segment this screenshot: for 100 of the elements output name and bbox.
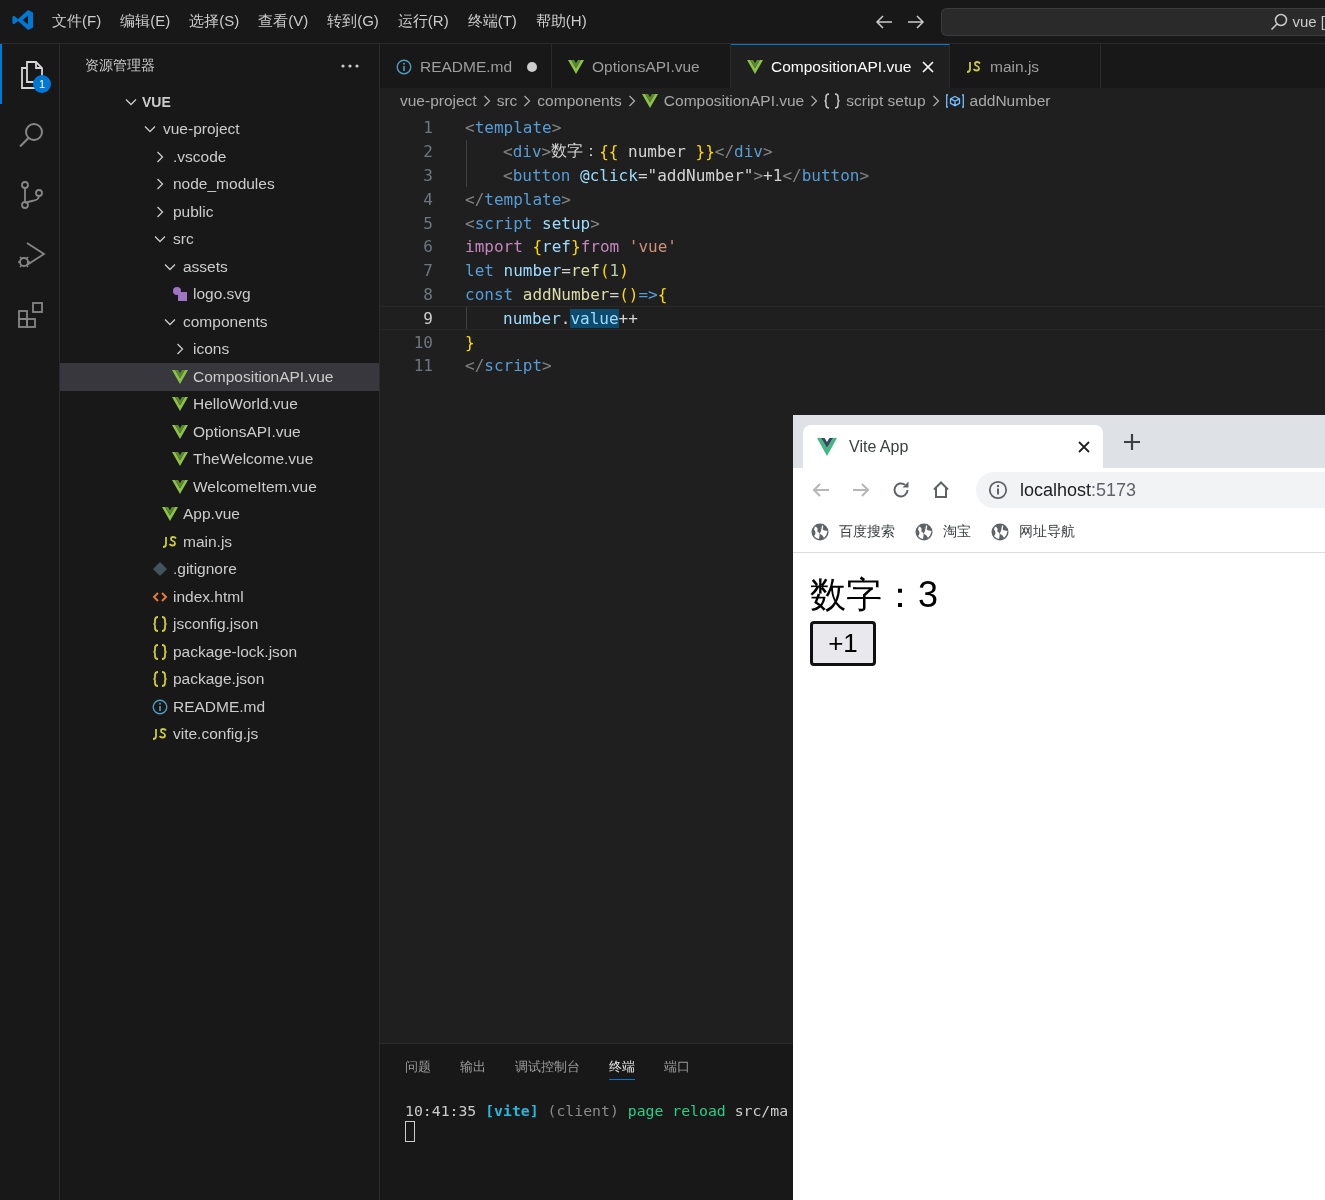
menu-item[interactable]: 选择(S) xyxy=(189,12,240,31)
app-logo-icon xyxy=(12,8,34,31)
bookmark[interactable]: 网址导航 xyxy=(991,523,1075,541)
breadcrumb[interactable]: CompositionAPI.vue xyxy=(663,92,805,110)
line-number: 8 xyxy=(422,284,433,304)
vue-file-icon xyxy=(172,369,188,384)
tree-item[interactable]: CompositionAPI.vue xyxy=(60,363,379,391)
vue-file-icon xyxy=(568,59,584,74)
tree-item[interactable]: jsconfig.json xyxy=(60,610,379,638)
tree-item[interactable]: vite.config.js xyxy=(60,720,379,748)
command-search-field[interactable]: vue [ xyxy=(941,7,1325,36)
increment-button[interactable]: +1 xyxy=(810,621,876,666)
tree-item[interactable]: README.md xyxy=(60,693,379,721)
globe-icon xyxy=(915,523,933,541)
breadcrumb[interactable]: src xyxy=(496,92,518,110)
diamond-file-icon xyxy=(153,562,167,577)
js-file-icon xyxy=(966,60,982,73)
tree-item[interactable]: logo.svg xyxy=(60,280,379,308)
code-line: const addNumber=()=>{ xyxy=(465,283,668,306)
code-line: </template> xyxy=(465,188,571,211)
braces-file-icon xyxy=(153,616,167,633)
js-file-icon xyxy=(152,728,168,741)
extensions-icon xyxy=(15,299,46,329)
tree-item[interactable]: vue-project xyxy=(60,115,379,143)
menu-item[interactable]: 查看(V) xyxy=(258,12,309,31)
search-icon xyxy=(1270,12,1289,31)
line-number: 3 xyxy=(422,166,433,185)
line-number: 7 xyxy=(422,261,433,281)
chevron-right-icon xyxy=(930,94,941,108)
chevron-right-icon xyxy=(481,94,492,108)
vue-file-icon xyxy=(641,94,658,108)
editor-tab[interactable]: main.js xyxy=(950,44,1101,88)
breadcrumb[interactable]: components xyxy=(537,92,622,110)
vue-file-icon xyxy=(172,424,188,439)
menu-item[interactable]: 转到(G) xyxy=(327,12,379,31)
panel-tab[interactable]: 输出 xyxy=(460,1058,486,1080)
url-text: localhost:5173 xyxy=(1020,479,1137,501)
more-icon[interactable] xyxy=(341,64,359,68)
tree-item[interactable]: WelcomeItem.vue xyxy=(60,473,379,501)
tree-item[interactable]: icons xyxy=(60,335,379,363)
menu-item[interactable]: 编辑(E) xyxy=(120,12,171,31)
info-file-icon xyxy=(396,58,412,75)
tree-item[interactable]: public xyxy=(60,198,379,226)
bookmark[interactable]: 百度搜索 xyxy=(811,523,895,541)
editor-tab[interactable]: CompositionAPI.vue xyxy=(731,44,950,88)
tree-item[interactable]: components xyxy=(60,308,379,336)
tree-item[interactable]: OptionsAPI.vue xyxy=(60,418,379,446)
line-number: 6 xyxy=(422,237,433,257)
tree-item[interactable]: main.js xyxy=(60,528,379,556)
braces-file-icon xyxy=(153,643,167,660)
editor-tab[interactable]: README.md xyxy=(380,44,552,88)
chevron-right-icon xyxy=(626,94,637,108)
section-header[interactable]: VUE xyxy=(60,88,379,116)
line-number: 1 xyxy=(422,118,433,138)
browser-tab[interactable]: Vite App xyxy=(803,425,1103,468)
vue-logo-icon xyxy=(817,437,837,456)
menu-item[interactable]: 终端(T) xyxy=(467,12,517,31)
page-heading: 数字：3 xyxy=(810,573,940,617)
code-line: import {ref}from 'vue' xyxy=(465,236,677,259)
vue-file-icon xyxy=(162,507,178,522)
tree-item[interactable]: .gitignore xyxy=(60,555,379,583)
panel-tab[interactable]: 问题 xyxy=(405,1058,431,1080)
line-number: 4 xyxy=(422,189,433,209)
back-arrow-icon[interactable] xyxy=(875,13,893,30)
bookmark[interactable]: 淘宝 xyxy=(915,523,971,541)
tree-item[interactable]: index.html xyxy=(60,583,379,611)
tree-item[interactable]: src xyxy=(60,225,379,253)
braces-file-icon xyxy=(153,671,167,688)
info-icon xyxy=(988,480,1008,500)
address-bar[interactable]: localhost:5173 xyxy=(976,472,1325,508)
tree-item[interactable]: assets xyxy=(60,253,379,281)
panel-tab[interactable]: 端口 xyxy=(664,1058,690,1080)
vue-file-icon xyxy=(172,397,188,412)
new-tab-icon[interactable] xyxy=(1123,433,1141,451)
tree-item[interactable]: node_modules xyxy=(60,170,379,198)
globe-icon xyxy=(991,523,1009,541)
menu-item[interactable]: 运行(R) xyxy=(397,12,449,31)
tree-item[interactable]: App.vue xyxy=(60,500,379,528)
code-line: } xyxy=(465,331,475,354)
chevron-right-icon xyxy=(522,94,533,108)
close-icon[interactable] xyxy=(1077,439,1091,454)
code-line: let number=ref(1) xyxy=(465,260,629,283)
menu-item[interactable]: 文件(F) xyxy=(52,12,102,31)
tree-item[interactable]: HelloWorld.vue xyxy=(60,390,379,418)
js-file-icon xyxy=(162,535,178,548)
terminal-output: 10:41:35 [vite] (client) page reload src/ma xyxy=(405,1102,790,1119)
tree-item[interactable]: package.json xyxy=(60,665,379,693)
globe-icon xyxy=(811,523,829,541)
panel-tab[interactable]: 调试控制台 xyxy=(515,1058,580,1080)
panel-tab[interactable]: 终端 xyxy=(609,1058,635,1080)
tree-item[interactable]: .vscode xyxy=(60,143,379,171)
menu-item[interactable]: 帮助(H) xyxy=(535,12,587,31)
breadcrumb[interactable]: addNumber xyxy=(969,92,1051,110)
tree-item[interactable]: package-lock.json xyxy=(60,638,379,666)
tree-item[interactable]: TheWelcome.vue xyxy=(60,445,379,473)
breadcrumb[interactable]: vue-project xyxy=(400,92,477,110)
line-number: 11 xyxy=(412,356,433,376)
forward-arrow-icon[interactable] xyxy=(907,13,925,30)
panel-title: 资源管理器 xyxy=(85,57,155,75)
breadcrumb[interactable]: script setup xyxy=(846,92,926,110)
